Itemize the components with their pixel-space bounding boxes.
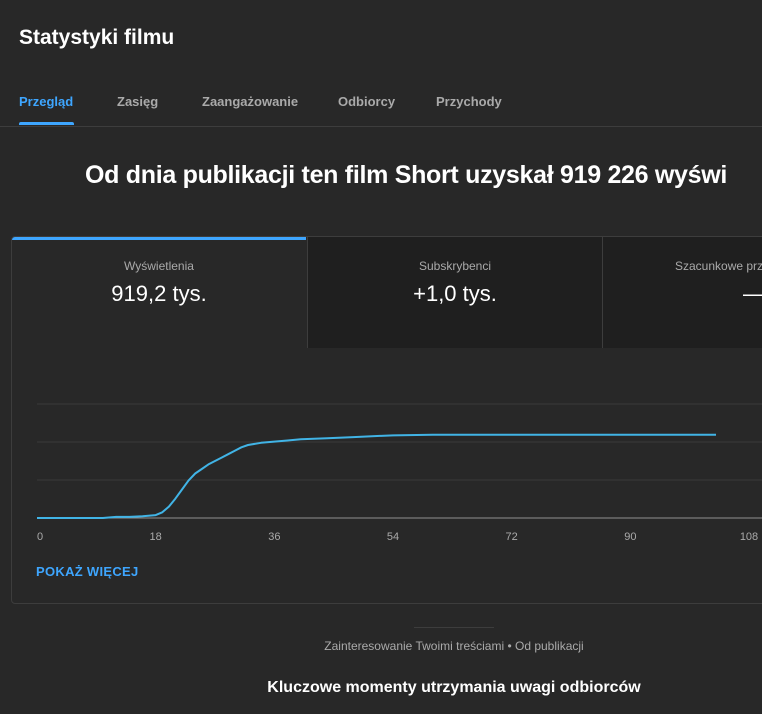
tab-engagement[interactable]: Zaangażowanie [202,94,298,109]
page-title: Statystyki filmu [19,26,175,49]
key-moments-title: Kluczowe momenty utrzymania uwagi odbior… [267,679,641,696]
headline: Od dnia publikacji ten film Short uzyska… [85,161,728,189]
x-tick-label: 54 [387,531,399,543]
x-tick-label: 0 [37,531,43,543]
engagement-subtitle: Zainteresowanie Twoimi treściami • Od pu… [324,639,584,653]
section-divider [414,627,494,628]
x-tick-label: 36 [268,531,280,543]
x-tick-label: 72 [506,531,518,543]
tab-bar: Przegląd Zasięg Zaangażowanie Odbiorcy P… [0,80,762,127]
video-analytics-page: Statystyki filmu Przegląd Zasięg Zaangaż… [0,0,762,714]
x-tick-label: 18 [150,531,162,543]
tab-revenue[interactable]: Przychody [436,94,502,109]
metrics-card: Wyświetlenia 919,2 tys. Subskrybenci +1,… [11,236,762,604]
x-tick-label: 90 [624,531,636,543]
show-more-button[interactable]: POKAŻ WIĘCEJ [36,564,139,579]
active-tab-indicator [19,122,74,125]
tab-reach[interactable]: Zasięg [117,94,158,109]
views-line-chart: 0 18 36 54 72 90 108 [37,403,762,543]
views-series-line [37,433,716,519]
tab-audience[interactable]: Odbiorcy [338,94,395,109]
x-tick-label: 108 [740,531,758,543]
tab-overview[interactable]: Przegląd [19,94,73,109]
